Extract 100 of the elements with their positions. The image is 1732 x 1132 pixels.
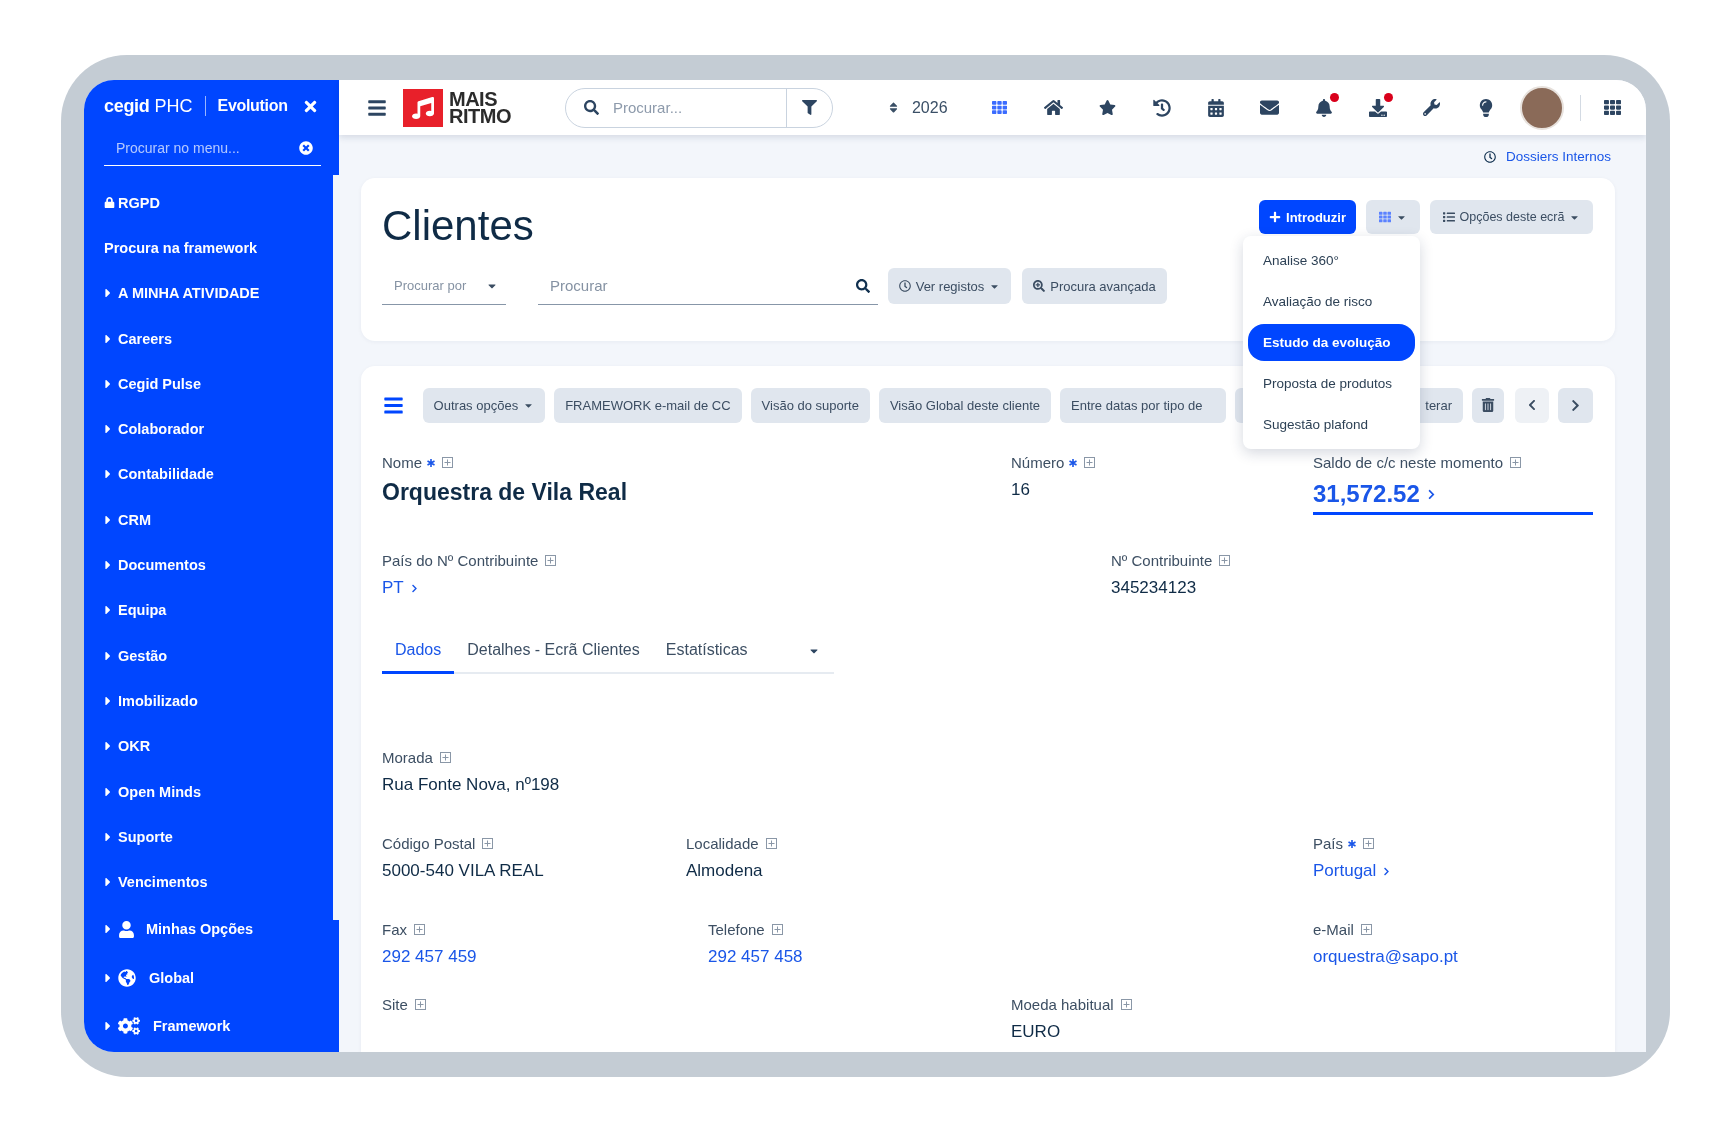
menu-option[interactable]: Proposta de produtos — [1248, 365, 1415, 402]
menu-item[interactable]: Open Minds — [104, 768, 201, 815]
menu-item[interactable]: RGPD — [104, 180, 160, 226]
grid-icon — [1379, 211, 1391, 223]
value-text: 5000-540 VILA REAL — [382, 861, 544, 881]
search-input[interactable]: Procurar — [548, 276, 856, 295]
search-field[interactable]: Procurar — [538, 267, 878, 305]
list-icon — [1442, 211, 1455, 223]
search-by-select[interactable]: Procurar por — [382, 267, 506, 305]
field-link[interactable]: PT — [382, 578, 419, 598]
menu-item[interactable]: Global — [104, 953, 195, 1002]
expand-icon[interactable] — [771, 924, 783, 935]
field-link[interactable]: 292 457 459 — [382, 947, 477, 967]
value-text: 345234123 — [1111, 578, 1197, 598]
calendar-icon — [1206, 98, 1225, 117]
menu-item[interactable]: Suporte — [104, 814, 173, 860]
menu-item[interactable]: Contabilidade — [104, 451, 214, 498]
menu-item[interactable]: Imobilizado — [104, 678, 198, 724]
menu-item[interactable]: Documentos — [104, 542, 206, 588]
field-label: Nº Contribuinte — [1111, 552, 1213, 569]
star-icon — [1099, 99, 1117, 116]
menu-item[interactable]: Framework — [104, 1001, 231, 1051]
field-link[interactable]: 31,572.52 — [1313, 480, 1593, 515]
dossiers-link[interactable]: Dossiers Internos — [1483, 149, 1611, 164]
history-icon — [1152, 98, 1171, 117]
menu-item[interactable]: A MINHA ATIVIDADE — [104, 270, 260, 316]
menu-option[interactable]: Sugestão plafond — [1248, 406, 1415, 443]
expand-icon[interactable] — [545, 555, 557, 566]
delete-button[interactable] — [1472, 387, 1504, 423]
record-name: Orquestra de Vila Real — [382, 479, 627, 506]
expand-icon[interactable] — [414, 999, 426, 1010]
action-button[interactable]: FRAMEWORK e-mail de CC — [554, 387, 742, 423]
action-button[interactable]: Visão Global deste cliente — [878, 387, 1051, 423]
menu-item[interactable]: Minhas Opções — [104, 904, 254, 954]
menu-item[interactable]: Vencimentos — [104, 859, 208, 905]
expand-icon[interactable] — [1363, 838, 1374, 849]
trash-icon — [1481, 398, 1495, 412]
filter-icon — [801, 100, 817, 115]
action-button[interactable]: Entre datas por tipo de — [1060, 387, 1226, 423]
previous-button[interactable] — [1515, 387, 1549, 423]
expand-icon[interactable] — [439, 752, 451, 763]
search-icon — [583, 100, 599, 115]
tab[interactable]: Detalhes - Ecrã Clientes — [454, 629, 653, 674]
search-input[interactable]: Procurar... — [610, 98, 786, 117]
search-by-input[interactable]: Procurar por — [392, 277, 486, 294]
menu-option[interactable]: Avaliação de risco — [1248, 283, 1415, 320]
grid-icon — [992, 100, 1008, 115]
expand-icon[interactable] — [765, 838, 777, 849]
menu-icon — [383, 394, 405, 416]
menu-item[interactable]: CRM — [104, 497, 152, 543]
expand-icon[interactable] — [1120, 999, 1132, 1010]
menu-option[interactable]: Analise 360° — [1248, 242, 1415, 279]
plus-icon — [1269, 211, 1282, 223]
user-icon — [118, 920, 135, 938]
field-label: País — [1313, 835, 1343, 852]
expand-icon[interactable] — [442, 457, 453, 468]
clock-icon — [898, 280, 911, 292]
field-link[interactable]: Portugal — [1313, 861, 1392, 881]
search-icon — [856, 278, 870, 293]
edition-name: Evolution — [217, 97, 288, 115]
page-title: Clientes — [382, 202, 534, 250]
value-text: 16 — [1011, 480, 1030, 500]
advanced-search-button[interactable]: Procura avançada — [1022, 268, 1167, 304]
menu-item[interactable]: Procura na framework — [104, 225, 258, 271]
action-button[interactable]: Outras opções — [422, 387, 546, 423]
expand-icon[interactable] — [1360, 924, 1372, 935]
field-link[interactable]: orquestra@sapo.pt — [1313, 947, 1458, 967]
expand-icon[interactable] — [1510, 457, 1522, 468]
tab[interactable]: Estatísticas — [652, 629, 761, 674]
field-link[interactable]: 292 457 458 — [708, 947, 803, 967]
menu-item[interactable]: Gestão — [104, 632, 168, 679]
grid-menu-button[interactable] — [1366, 200, 1420, 234]
lock-icon — [104, 197, 115, 209]
menu-item[interactable]: Colaborador — [104, 406, 205, 452]
view-records-button[interactable]: Ver registos — [888, 268, 1011, 304]
field-label: Moeda habitual — [1011, 996, 1114, 1013]
year-selector[interactable]: 2026 — [886, 98, 948, 117]
expand-icon[interactable] — [414, 924, 425, 935]
menu-item[interactable]: OKR — [104, 723, 151, 769]
menu-item[interactable]: Cegid Pulse — [104, 361, 201, 407]
clear-icon[interactable] — [299, 140, 313, 155]
menu-search-input[interactable]: Procurar no menu... — [114, 138, 299, 157]
expand-icon[interactable] — [1219, 555, 1231, 566]
add-button[interactable]: Introduzir — [1259, 200, 1356, 234]
menu-item[interactable]: Equipa — [104, 587, 167, 633]
screen-options-button[interactable]: Opções deste ecrã — [1430, 200, 1593, 234]
menu-search-field[interactable]: Procurar no menu... — [104, 130, 321, 166]
globe-icon — [118, 968, 136, 987]
expand-icon[interactable] — [482, 838, 494, 849]
next-button[interactable] — [1558, 387, 1593, 423]
menu-item[interactable]: Careers — [104, 315, 172, 362]
action-button[interactable]: Visão do suporte — [750, 387, 870, 423]
scrollbar[interactable] — [333, 175, 339, 920]
menu-option[interactable]: Estudo da evolução — [1248, 324, 1415, 361]
tab[interactable]: Dados — [382, 629, 455, 674]
chevron-right-icon — [1382, 866, 1392, 876]
logo: MAIS RITMO — [403, 88, 511, 127]
field-label: Número — [1011, 454, 1065, 471]
field-label: Saldo de c/c neste momento — [1313, 454, 1504, 471]
expand-icon[interactable] — [1084, 457, 1096, 468]
